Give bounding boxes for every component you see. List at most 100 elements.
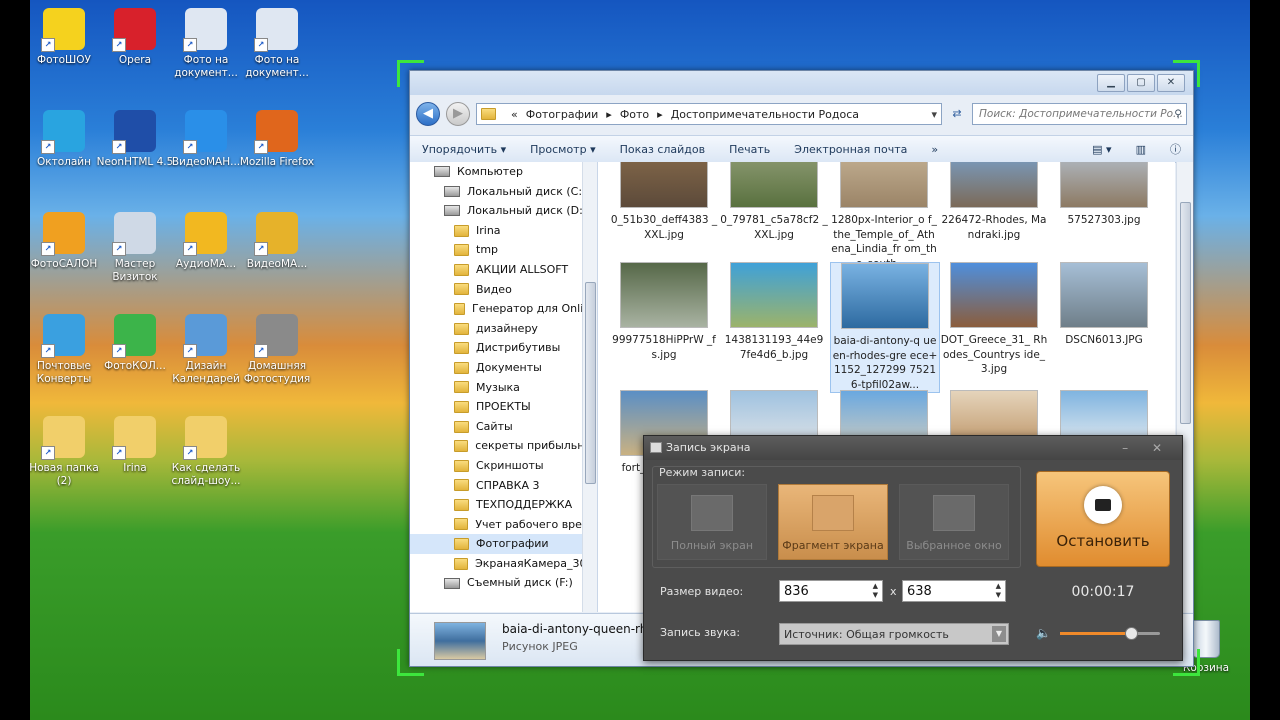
nav-item[interactable]: Документы xyxy=(410,358,597,378)
nav-item[interactable]: АКЦИИ ALLSOFT xyxy=(410,260,597,280)
desktop-icon[interactable]: ↗ Mozilla Firefox xyxy=(237,110,317,169)
minimize-icon[interactable]: ▁ xyxy=(1097,74,1125,92)
capture-corner-bottom-left[interactable] xyxy=(397,649,424,676)
address-dropdown-icon[interactable]: ▾ xyxy=(931,108,937,121)
desktop-icon[interactable]: ↗ Irina xyxy=(95,416,175,475)
breadcrumb-photos[interactable]: Фотографии xyxy=(526,108,599,121)
print-button[interactable]: Печать xyxy=(717,143,782,156)
file-item[interactable]: 0_79781_c5a78cf2 _XXL.jpg xyxy=(720,162,828,242)
file-item[interactable]: 1280px-Interior_o f_the_Temple_of_ Athen… xyxy=(830,162,938,271)
nav-item[interactable]: Локальный диск (D:) xyxy=(410,201,597,221)
nav-item[interactable]: Фотографии xyxy=(410,534,597,554)
view-options-icon[interactable]: ▤ ▾ xyxy=(1080,143,1123,156)
mode-window-button[interactable]: Выбранное окно xyxy=(899,484,1009,560)
desktop-icon[interactable]: ↗ Дизайн Календарей xyxy=(166,314,246,386)
nav-item[interactable]: Сайты xyxy=(410,417,597,437)
nav-item[interactable]: Скриншоты xyxy=(410,456,597,476)
nav-item[interactable]: Генератор для Online xyxy=(410,299,597,319)
nav-item[interactable]: Учет рабочего време xyxy=(410,515,597,535)
file-item[interactable]: DOT_Greece_31_ Rhodes_Countrys ide_3.jpg xyxy=(940,262,1048,377)
address-bar[interactable]: « Фотографии ▸ Фото ▸ Достопримечательно… xyxy=(476,103,942,125)
nav-item-label: ЭкранаяКамера_30.1 xyxy=(475,556,597,570)
video-height-input[interactable]: 638 ▲ ▼ xyxy=(902,580,1006,602)
nav-item[interactable]: ТЕХПОДДЕРЖКА xyxy=(410,495,597,515)
view-button[interactable]: Просмотр ▾ xyxy=(518,143,607,156)
nav-item[interactable]: секреты прибыльног xyxy=(410,436,597,456)
desktop-icon[interactable]: ↗ Фото на документ... xyxy=(166,8,246,80)
nav-item[interactable]: дизайнеру xyxy=(410,319,597,339)
email-button[interactable]: Электронная почта xyxy=(782,143,919,156)
preview-pane-icon[interactable]: ▥ xyxy=(1124,143,1158,156)
desktop-icon[interactable]: ↗ ФотоКОЛ... xyxy=(95,314,175,373)
organize-button[interactable]: Упорядочить ▾ xyxy=(410,143,518,156)
content-scroll-thumb[interactable] xyxy=(1180,202,1191,424)
nav-item[interactable]: ПРОЕКТЫ xyxy=(410,397,597,417)
spinner-arrows-icon[interactable]: ▲ ▼ xyxy=(996,582,1001,600)
breadcrumb-photo[interactable]: Фото xyxy=(620,108,649,121)
desktop-icon[interactable]: ↗ Новая папка (2) xyxy=(24,416,104,488)
desktop-icon[interactable]: ↗ ФотоШОУ xyxy=(24,8,104,67)
volume-knob[interactable] xyxy=(1125,627,1138,640)
desktop-icon[interactable]: ↗ Октолайн xyxy=(24,110,104,169)
desktop-icon[interactable]: ↗ АудиоМА... xyxy=(166,212,246,271)
chevron-down-icon[interactable]: ▼ xyxy=(992,626,1006,642)
nav-list: Компьютер Локальный диск (C:) Локальный ди… xyxy=(410,162,597,593)
more-button[interactable]: » xyxy=(919,143,950,156)
breadcrumb-rhodes[interactable]: Достопримечательности Родоса xyxy=(671,108,859,121)
forward-arrow-icon[interactable]: ▶ xyxy=(446,102,470,126)
desktop-icon[interactable]: ↗ ВидеоМАН... xyxy=(166,110,246,169)
screen-recorder-window[interactable]: Запись экрана – ✕ Режим записи: Полный э… xyxy=(643,435,1183,661)
search-input[interactable]: Поиск: Достопримечательности Ро... ⚲ xyxy=(972,103,1187,125)
photosalon-icon: ↗ xyxy=(41,212,85,256)
file-item[interactable]: 99977518HiPPrW _fs.jpg xyxy=(610,262,718,362)
recorder-titlebar[interactable]: Запись экрана – ✕ xyxy=(644,436,1182,460)
mode-full-screen-button[interactable]: Полный экран xyxy=(657,484,767,560)
slideshow-button[interactable]: Показ слайдов xyxy=(608,143,718,156)
stop-button[interactable]: Остановить xyxy=(1036,471,1170,567)
file-item[interactable]: baia-di-antony-q ueen-rhodes-gre ece+115… xyxy=(830,262,940,393)
nav-item[interactable]: СПРАВКА 3 xyxy=(410,476,597,496)
capture-corner-top-left[interactable] xyxy=(397,60,424,87)
desktop-icon[interactable]: ↗ NeonHTML 4.5 xyxy=(95,110,175,169)
speaker-icon[interactable]: 🔈 xyxy=(1036,626,1051,640)
spinner-arrows-icon[interactable]: ▲ ▼ xyxy=(873,582,878,600)
nav-item[interactable]: ЭкранаяКамера_30.1 xyxy=(410,554,597,574)
file-item[interactable]: DSCN6013.JPG xyxy=(1050,262,1158,348)
file-item[interactable]: 226472-Rhodes, Mandraki.jpg xyxy=(940,162,1048,242)
file-item[interactable]: 0_51b30_deff4383 _XXL.jpg xyxy=(610,162,718,242)
stop-icon xyxy=(1084,486,1122,524)
nav-item[interactable]: Компьютер xyxy=(410,162,597,182)
video-width-input[interactable]: 836 ▲ ▼ xyxy=(779,580,883,602)
desktop-icon[interactable]: ↗ Мастер Визиток xyxy=(95,212,175,284)
back-arrow-icon[interactable]: ◀ xyxy=(416,102,440,126)
nav-item[interactable]: Видео xyxy=(410,280,597,300)
sound-source-select[interactable]: Источник: Общая громкость ▼ xyxy=(779,623,1009,645)
file-item[interactable]: 57527303.jpg xyxy=(1050,162,1158,228)
nav-scrollbar[interactable] xyxy=(582,162,597,612)
nav-item[interactable]: Съемный диск (F:) xyxy=(410,573,597,593)
nav-item[interactable]: Дистрибутивы xyxy=(410,338,597,358)
volume-slider[interactable] xyxy=(1060,627,1160,640)
file-item[interactable]: 1438131193_44e9 7fe4d6_b.jpg xyxy=(720,262,828,362)
refresh-icon[interactable]: ⇄ xyxy=(948,104,966,124)
nav-item[interactable]: tmp xyxy=(410,240,597,260)
recorder-window-controls[interactable]: – ✕ xyxy=(1122,436,1172,460)
desktop-icon[interactable]: ↗ Как сделать слайд-шоу... xyxy=(166,416,246,488)
capture-corner-top-right[interactable] xyxy=(1173,60,1200,87)
nav-scroll-thumb[interactable] xyxy=(585,282,596,484)
desktop-icon[interactable]: ↗ Opera xyxy=(95,8,175,67)
explorer-titlebar[interactable]: ▁ ▢ ✕ xyxy=(410,71,1193,95)
nav-item[interactable]: Музыка xyxy=(410,378,597,398)
mode-fragment-button[interactable]: Фрагмент экрана xyxy=(778,484,888,560)
help-icon[interactable]: ⓘ xyxy=(1158,141,1193,157)
nav-item[interactable]: Локальный диск (C:) xyxy=(410,182,597,202)
desktop-icon[interactable]: ↗ Почтовые Конверты xyxy=(24,314,104,386)
file-thumbnail xyxy=(950,262,1038,328)
nav-item[interactable]: Irina xyxy=(410,221,597,241)
desktop-icon[interactable]: ↗ Домашняя Фотостудия xyxy=(237,314,317,386)
search-icon[interactable]: ⚲ xyxy=(1174,104,1182,124)
desktop-icon[interactable]: ↗ ВидеоМА... xyxy=(237,212,317,271)
maximize-icon[interactable]: ▢ xyxy=(1127,74,1155,92)
desktop-icon[interactable]: ↗ Фото на документ... xyxy=(237,8,317,80)
desktop-icon[interactable]: ↗ ФотоСАЛОН xyxy=(24,212,104,271)
